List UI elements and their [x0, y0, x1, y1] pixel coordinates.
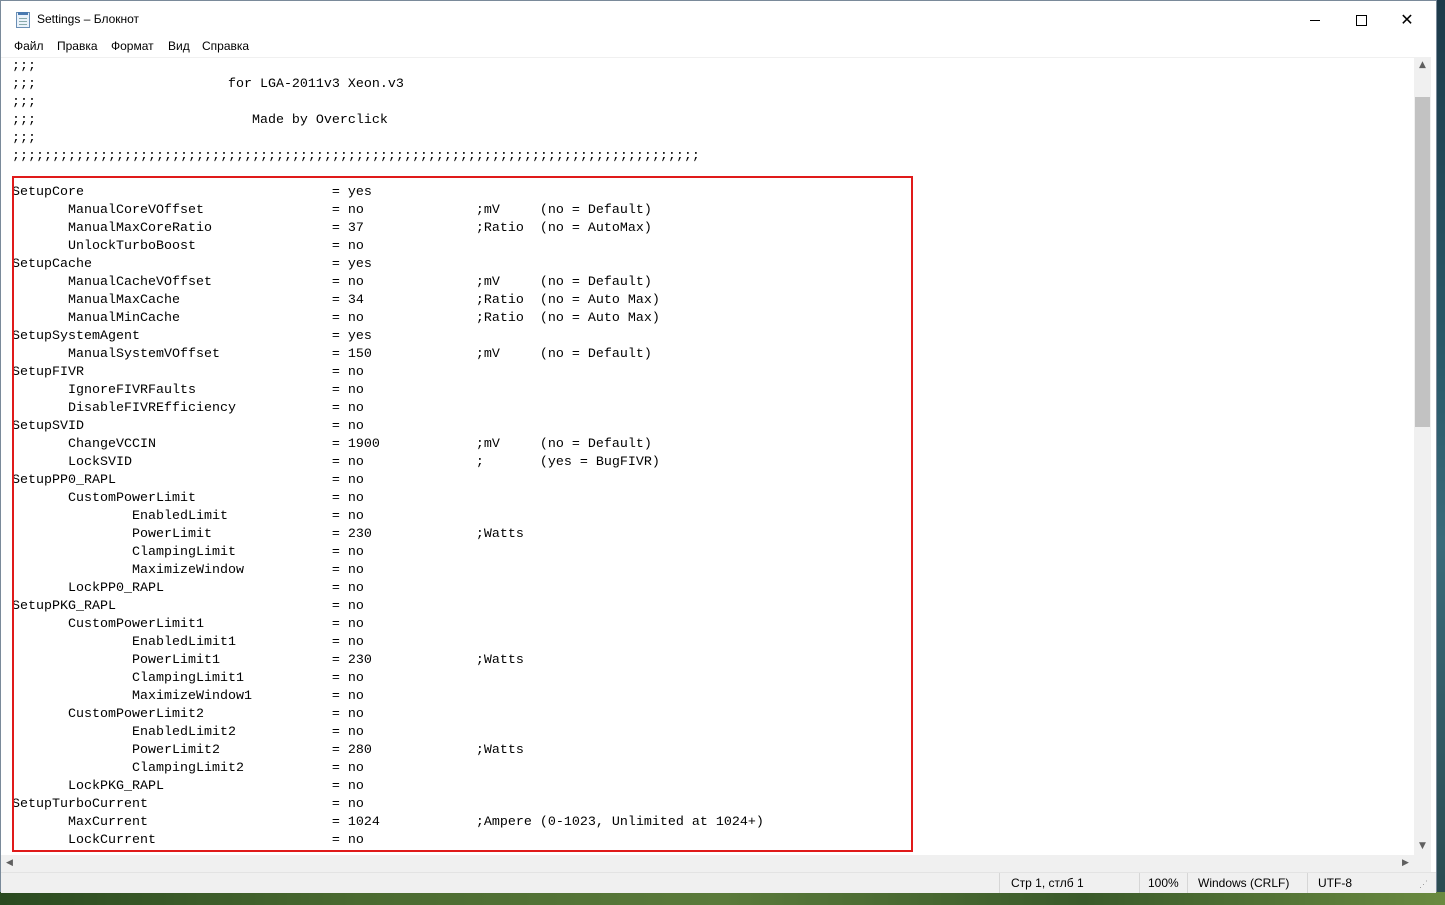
scroll-down-arrow-icon[interactable]: ▼: [1414, 838, 1431, 855]
maximize-button[interactable]: [1338, 1, 1384, 39]
text-line[interactable]: PowerLimit2 = 280 ;Watts: [12, 742, 764, 760]
text-line[interactable]: LockSVID = no ; (yes = BugFIVR): [12, 454, 764, 472]
text-line[interactable]: CustomPowerLimit2 = no: [12, 706, 764, 724]
minimize-icon: [1310, 19, 1320, 21]
horizontal-scrollbar[interactable]: ◀ ▶: [1, 855, 1414, 872]
text-line[interactable]: CustomPowerLimit = no: [12, 490, 764, 508]
desktop-background-bottom: [0, 892, 1445, 905]
text-line[interactable]: SetupSVID = no: [12, 418, 764, 436]
text-line[interactable]: ClampingLimit1 = no: [12, 670, 764, 688]
text-line[interactable]: SetupCache = yes: [12, 256, 764, 274]
text-line[interactable]: LockPP0_RAPL = no: [12, 580, 764, 598]
text-line[interactable]: ;;;: [12, 130, 764, 148]
text-line[interactable]: ChangeVCCIN = 1900 ;mV (no = Default): [12, 436, 764, 454]
text-line[interactable]: ;;;;;;;;;;;;;;;;;;;;;;;;;;;;;;;;;;;;;;;;…: [12, 148, 764, 166]
text-line[interactable]: ManualMaxCoreRatio = 37 ;Ratio (no = Aut…: [12, 220, 764, 238]
title-bar[interactable]: Settings – Блокнот ✕: [1, 1, 1436, 39]
text-line[interactable]: EnabledLimit2 = no: [12, 724, 764, 742]
cursor-position: Стр 1, стлб 1: [1011, 876, 1084, 890]
text-line[interactable]: MaximizeWindow1 = no: [12, 688, 764, 706]
status-separator: [1187, 873, 1188, 893]
line-ending: Windows (CRLF): [1198, 876, 1290, 890]
text-line[interactable]: EnabledLimit1 = no: [12, 634, 764, 652]
text-line[interactable]: SetupCore = yes: [12, 184, 764, 202]
text-line[interactable]: ManualMinCache = no ;Ratio (no = Auto Ma…: [12, 310, 764, 328]
text-line[interactable]: [12, 166, 764, 184]
text-line[interactable]: MaximizeWindow = no: [12, 562, 764, 580]
text-line[interactable]: SetupFIVR = no: [12, 364, 764, 382]
window-title: Settings – Блокнот: [37, 12, 140, 26]
scroll-left-arrow-icon[interactable]: ◀: [1, 855, 18, 872]
text-line[interactable]: ClampingLimit = no: [12, 544, 764, 562]
notepad-window: Settings – Блокнот ✕ Файл Правка Формат …: [0, 0, 1437, 893]
status-separator: [999, 873, 1000, 893]
text-line[interactable]: ;;;: [12, 94, 764, 112]
text-line[interactable]: SetupPKG_RAPL = no: [12, 598, 764, 616]
text-line[interactable]: ;;;: [12, 58, 764, 76]
text-line[interactable]: IgnoreFIVRFaults = no: [12, 382, 764, 400]
scrollbar-corner: [1414, 855, 1431, 872]
text-line[interactable]: ManualCoreVOffset = no ;mV (no = Default…: [12, 202, 764, 220]
menu-edit[interactable]: Правка: [57, 39, 98, 57]
resize-grip-icon[interactable]: ⋰: [1419, 879, 1429, 889]
text-line[interactable]: ManualMaxCache = 34 ;Ratio (no = Auto Ma…: [12, 292, 764, 310]
menu-help[interactable]: Справка: [202, 39, 249, 57]
text-line[interactable]: PowerLimit = 230 ;Watts: [12, 526, 764, 544]
text-line[interactable]: ManualCacheVOffset = no ;mV (no = Defaul…: [12, 274, 764, 292]
desktop-background-right: [1437, 0, 1445, 905]
text-editor[interactable]: ;;;;;; for LGA-2011v3 Xeon.v3;;;;;; Made…: [1, 57, 1414, 856]
text-line[interactable]: ManualSystemVOffset = 150 ;mV (no = Defa…: [12, 346, 764, 364]
text-line[interactable]: MaxCurrent = 1024 ;Ampere (0-1023, Unlim…: [12, 814, 764, 832]
vertical-scroll-thumb[interactable]: [1415, 97, 1430, 427]
text-line[interactable]: EnabledLimit = no: [12, 508, 764, 526]
scroll-up-arrow-icon[interactable]: ▲: [1414, 57, 1431, 74]
scroll-right-arrow-icon[interactable]: ▶: [1397, 855, 1414, 872]
menu-bar: Файл Правка Формат Вид Справка: [1, 39, 1436, 57]
text-line[interactable]: PowerLimit1 = 230 ;Watts: [12, 652, 764, 670]
notepad-icon: [16, 12, 30, 28]
text-line[interactable]: SetupPP0_RAPL = no: [12, 472, 764, 490]
text-line[interactable]: ;;; for LGA-2011v3 Xeon.v3: [12, 76, 764, 94]
text-line[interactable]: SetupTurboCurrent = no: [12, 796, 764, 814]
text-line[interactable]: LockCurrent = no: [12, 832, 764, 850]
status-separator: [1139, 873, 1140, 893]
text-line[interactable]: ;;; Made by Overclick: [12, 112, 764, 130]
maximize-icon: [1355, 14, 1367, 26]
close-icon: ✕: [1400, 10, 1414, 29]
text-line[interactable]: SetupSystemAgent = yes: [12, 328, 764, 346]
minimize-button[interactable]: [1292, 1, 1338, 39]
close-button[interactable]: ✕: [1384, 1, 1430, 39]
editor-content[interactable]: ;;;;;; for LGA-2011v3 Xeon.v3;;;;;; Made…: [12, 58, 764, 850]
text-line[interactable]: UnlockTurboBoost = no: [12, 238, 764, 256]
text-line[interactable]: LockPKG_RAPL = no: [12, 778, 764, 796]
zoom-level: 100%: [1148, 876, 1179, 890]
encoding: UTF-8: [1318, 876, 1352, 890]
status-bar: Стр 1, стлб 1 100% Windows (CRLF) UTF-8 …: [1, 872, 1436, 893]
menu-format[interactable]: Формат: [111, 39, 154, 57]
menu-file[interactable]: Файл: [14, 39, 44, 57]
status-separator: [1307, 873, 1308, 893]
menu-view[interactable]: Вид: [168, 39, 190, 57]
text-line[interactable]: DisableFIVREfficiency = no: [12, 400, 764, 418]
text-line[interactable]: CustomPowerLimit1 = no: [12, 616, 764, 634]
text-line[interactable]: ClampingLimit2 = no: [12, 760, 764, 778]
vertical-scrollbar[interactable]: ▲ ▼: [1414, 57, 1431, 855]
